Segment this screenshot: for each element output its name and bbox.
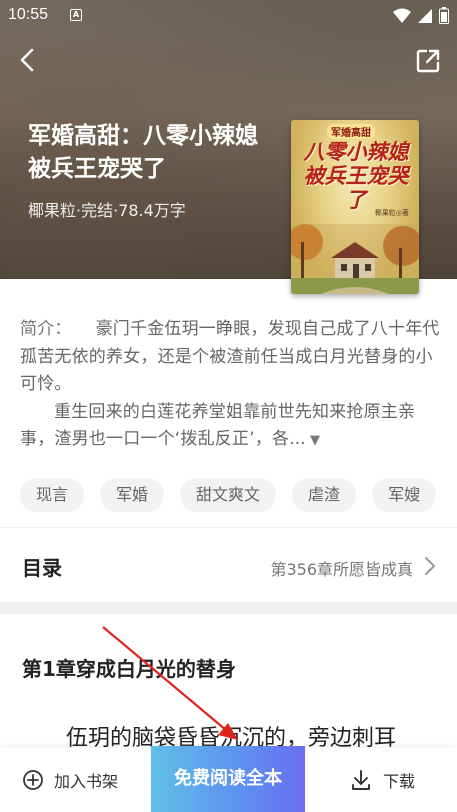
book-meta: 椰果粒·完结·78.4万字 [28, 201, 186, 220]
tag-item[interactable]: 军嫂 [372, 478, 437, 512]
status-bar: 10:55 A [0, 0, 457, 32]
tag-list: 现言 军婚 甜文爽文 虐渣 军嫂 [20, 478, 437, 512]
tag-item[interactable]: 军婚 [100, 478, 165, 512]
status-time: 10:55 [8, 6, 49, 23]
tag-item[interactable]: 现言 [20, 478, 85, 512]
status-icons [393, 7, 449, 24]
book-intro: 简介： 豪门千金伍玥一睁眼，发现自己成了八十年代孤苦无依的养女，还是个被渣前任当成… [20, 316, 440, 455]
signal-icon [418, 8, 432, 23]
download-label: 下载 [382, 772, 415, 791]
intro-paragraph-1: 豪门千金伍玥一睁眼，发现自己成了八十年代孤苦无依的养女，还是个被渣前任当成白月光… [20, 319, 440, 394]
wifi-icon [393, 8, 411, 23]
download-icon [352, 770, 370, 790]
cover-badge: 军婚高甜 [327, 124, 375, 139]
cover-title: 八零小辣媳被兵王宠哭了 [303, 139, 409, 212]
section-divider [0, 602, 457, 614]
latest-chapter: 第356章所愿皆成真 [270, 560, 413, 579]
notification-icon: A [70, 9, 82, 21]
toc-title: 目录 [22, 556, 62, 580]
cover-scene-illustration [291, 224, 419, 294]
add-to-shelf-label: 加入书架 [54, 772, 119, 791]
read-free-button[interactable]: 免费阅读全本 [151, 746, 305, 812]
table-of-contents-row[interactable]: 目录 第356章所愿皆成真 [0, 528, 457, 602]
battery-icon [439, 7, 449, 24]
cover-author: 椰果粒◎著 [374, 209, 409, 217]
intro-paragraph-2: 重生回来的白莲花养堂姐靠前世先知来抢原主亲事，渣男也一口一个‘拨乱反正’，各..… [20, 401, 416, 450]
chapter-title: 第1章穿成白月光的替身 [22, 657, 236, 681]
download-button[interactable]: 下载 [351, 768, 415, 792]
chevron-right-icon [425, 557, 435, 575]
bottom-action-bar: 加入书架 免费阅读全本 下载 [0, 746, 457, 812]
tag-item[interactable]: 虐渣 [292, 478, 357, 512]
tag-item[interactable]: 甜文爽文 [180, 478, 277, 512]
add-to-shelf-button[interactable]: 加入书架 [22, 768, 118, 792]
expand-intro-icon[interactable]: ▼ [310, 433, 320, 448]
intro-label: 简介： [20, 319, 72, 339]
back-arrow-icon[interactable] [14, 46, 42, 74]
book-cover: 军婚高甜 八零小辣媳被兵王宠哭了 椰果粒◎著 [291, 120, 419, 294]
book-title: 军婚高甜：八零小辣媳被兵王宠哭了 [28, 123, 258, 182]
plus-circle-icon [23, 770, 43, 790]
share-icon[interactable] [415, 48, 441, 74]
